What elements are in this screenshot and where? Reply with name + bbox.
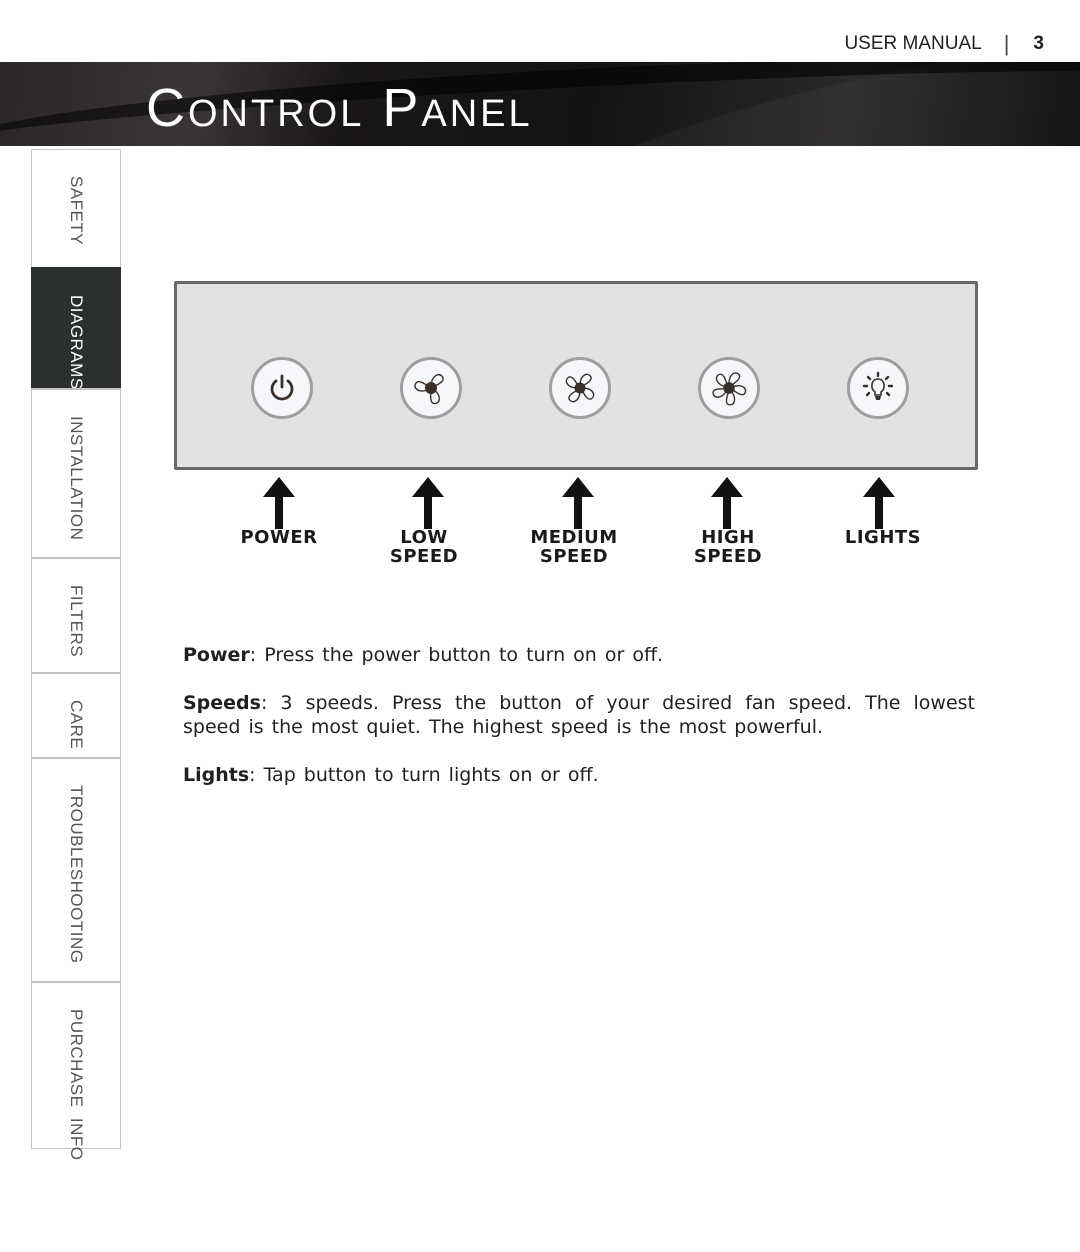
low-speed-label: LOW SPEED [344, 528, 504, 566]
control-panel-diagram [174, 281, 978, 470]
label-line: MEDIUM [530, 527, 618, 548]
tab-label: FILTERS [67, 585, 86, 658]
description-text: Press the power button to turn on or off… [256, 644, 664, 666]
lights-description: Lights: Tap button to turn lights on or … [183, 764, 599, 786]
description-term: Lights [183, 764, 250, 786]
label-line: LOW [400, 527, 448, 548]
power-icon [270, 374, 294, 401]
label-line: SPEED [389, 546, 459, 567]
page-title: Control Panel [146, 78, 533, 138]
tab-installation[interactable]: INSTALLATION [31, 388, 121, 557]
tab-diagrams[interactable]: DIAGRAMS [31, 267, 121, 390]
doc-label: USER MANUAL [844, 33, 982, 54]
fan-high-icon [712, 372, 747, 406]
section-tabs: SAFETY DIAGRAMS INSTALLATION FILTERS CAR… [31, 149, 121, 1161]
arrow-up-icon [863, 477, 895, 529]
arrow-up-icon [263, 477, 295, 529]
description-text: 3 speeds. Press the button of your desir… [183, 692, 975, 738]
medium-speed-label: MEDIUM SPEED [494, 528, 654, 566]
description-text: Tap button to turn lights on or off. [255, 764, 599, 786]
label-line: SPEED [539, 546, 609, 567]
tab-label: PURCHASE INFO [67, 1009, 86, 1161]
tab-label: INSTALLATION [67, 416, 86, 541]
tab-safety[interactable]: SAFETY [31, 149, 121, 267]
low-speed-button[interactable] [400, 357, 462, 419]
arrow-up-icon [562, 477, 594, 529]
label-line: LIGHTS [844, 527, 922, 548]
tab-purchase-info[interactable]: PURCHASE INFO [31, 981, 121, 1161]
power-label: POWER [199, 528, 359, 547]
label-line: HIGH [701, 527, 755, 548]
label-line: POWER [240, 527, 318, 548]
title-banner: Control Panel [0, 62, 1080, 146]
medium-speed-button[interactable] [549, 357, 611, 419]
header-separator: | [1003, 31, 1010, 56]
power-button[interactable] [251, 357, 313, 419]
tab-filters[interactable]: FILTERS [31, 557, 121, 672]
tab-care[interactable]: CARE [31, 672, 121, 757]
fan-medium-icon [565, 373, 595, 403]
label-line: SPEED [693, 546, 763, 567]
tab-label: SAFETY [67, 176, 86, 246]
tab-label: CARE [67, 700, 86, 750]
fan-low-icon [414, 373, 444, 405]
light-bulb-icon [862, 371, 894, 400]
high-speed-label: HIGH SPEED [648, 528, 808, 566]
lights-button[interactable] [847, 357, 909, 419]
high-speed-button[interactable] [698, 357, 760, 419]
lights-label: LIGHTS [803, 528, 963, 547]
running-header: USER MANUAL | 3 [844, 31, 1044, 56]
tab-troubleshooting[interactable]: TROUBLESHOOTING [31, 757, 121, 981]
tab-label: DIAGRAMS [67, 295, 86, 390]
arrow-up-icon [412, 477, 444, 529]
arrow-up-icon [711, 477, 743, 529]
speeds-description: Speeds: 3 speeds. Press the button of yo… [183, 692, 975, 738]
tab-label: TROUBLESHOOTING [67, 785, 86, 964]
page-number: 3 [1033, 33, 1044, 54]
description-term: Speeds [183, 692, 261, 714]
power-description: Power: Press the power button to turn on… [183, 644, 664, 666]
description-term: Power [183, 644, 250, 666]
